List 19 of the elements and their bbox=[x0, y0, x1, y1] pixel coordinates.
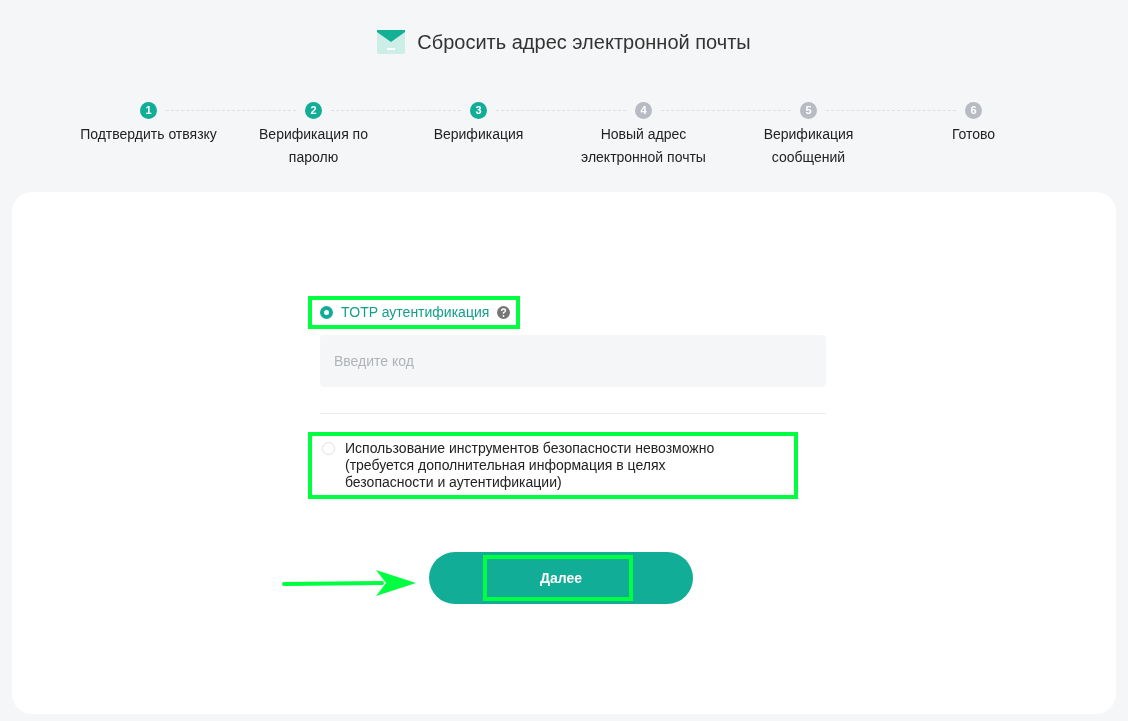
step-number: 4 bbox=[635, 102, 652, 119]
step-number: 1 bbox=[140, 102, 157, 119]
code-field[interactable]: Введите код bbox=[320, 335, 826, 387]
help-icon[interactable] bbox=[497, 306, 511, 319]
step-number: 2 bbox=[305, 102, 322, 119]
step-label: Верификация сообщений bbox=[762, 125, 855, 167]
step-label: Готово bbox=[950, 125, 997, 144]
envelope-icon bbox=[377, 29, 406, 54]
page-title: Сбросить адрес электронной почты bbox=[417, 29, 751, 55]
step-label: Подтвердить отвязку bbox=[79, 125, 218, 144]
step-number: 6 bbox=[965, 102, 982, 119]
step-number: 3 bbox=[470, 102, 487, 119]
step-label: Верификация bbox=[432, 125, 525, 144]
step-label: Новый адрес электронной почты bbox=[580, 125, 707, 167]
option-label: TOTP аутентификация bbox=[341, 303, 490, 322]
step-number: 5 bbox=[800, 102, 817, 119]
option-label: Использование инструментов безопасности невозможно (требуется дополнительная информация в целях безопасности и аутентификации) bbox=[345, 440, 716, 491]
step-label: Верификация по паролю bbox=[258, 125, 369, 167]
radio-button[interactable] bbox=[320, 306, 333, 319]
